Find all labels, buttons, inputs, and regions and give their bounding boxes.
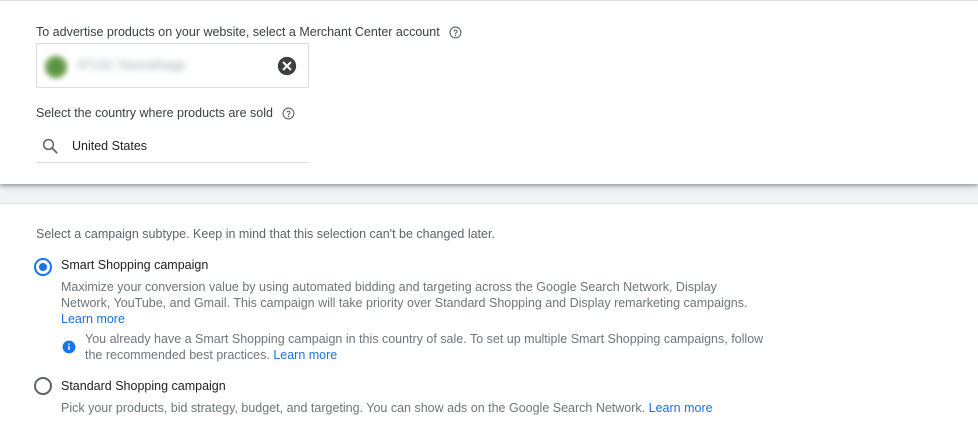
info-line1: You already have a Smart Shopping campai… [85, 332, 764, 346]
country-label-row: Select the country where products are so… [36, 106, 295, 120]
merchant-account-selector[interactable]: 47131 Yasroshoga [36, 43, 309, 88]
smart-shopping-desc-line1: Maximize your conversion value by using … [61, 280, 717, 294]
merchant-account-avatar [43, 54, 69, 80]
info-icon [62, 340, 76, 354]
country-input[interactable] [72, 139, 292, 153]
smart-shopping-desc-line2: Network, YouTube, and Gmail. This campai… [61, 296, 748, 310]
merchant-label-row: To advertise products on your website, s… [36, 25, 462, 39]
smart-shopping-title[interactable]: Smart Shopping campaign [61, 258, 208, 272]
search-icon [42, 138, 58, 154]
standard-shopping-radio[interactable] [34, 377, 52, 395]
standard-shopping-title[interactable]: Standard Shopping campaign [61, 379, 226, 393]
standard-shopping-desc: Pick your products, bid strategy, budget… [61, 401, 646, 415]
country-search-field[interactable] [36, 129, 309, 163]
help-circle-icon[interactable] [282, 107, 295, 120]
standard-shopping-description: Pick your products, bid strategy, budget… [61, 400, 781, 416]
standard-shopping-learn-more-link[interactable]: Learn more [649, 401, 713, 415]
close-circle-icon[interactable] [276, 55, 298, 77]
merchant-account-name: 47131 Yasroshoga [77, 57, 185, 72]
smart-shopping-learn-more-link[interactable]: Learn more [61, 312, 125, 326]
subtype-intro-text: Select a campaign subtype. Keep in mind … [36, 227, 495, 241]
country-label: Select the country where products are so… [36, 106, 273, 120]
section-divider [0, 184, 978, 204]
merchant-settings-card: To advertise products on your website, s… [0, 0, 978, 184]
info-line2: the recommended best practices. [85, 348, 270, 362]
merchant-label: To advertise products on your website, s… [36, 25, 440, 39]
help-circle-icon[interactable] [449, 26, 462, 39]
smart-shopping-description: Maximize your conversion value by using … [61, 279, 781, 327]
smart-shopping-info-text: You already have a Smart Shopping campai… [85, 331, 785, 363]
smart-shopping-radio[interactable] [34, 258, 52, 276]
best-practices-learn-more-link[interactable]: Learn more [273, 348, 337, 362]
